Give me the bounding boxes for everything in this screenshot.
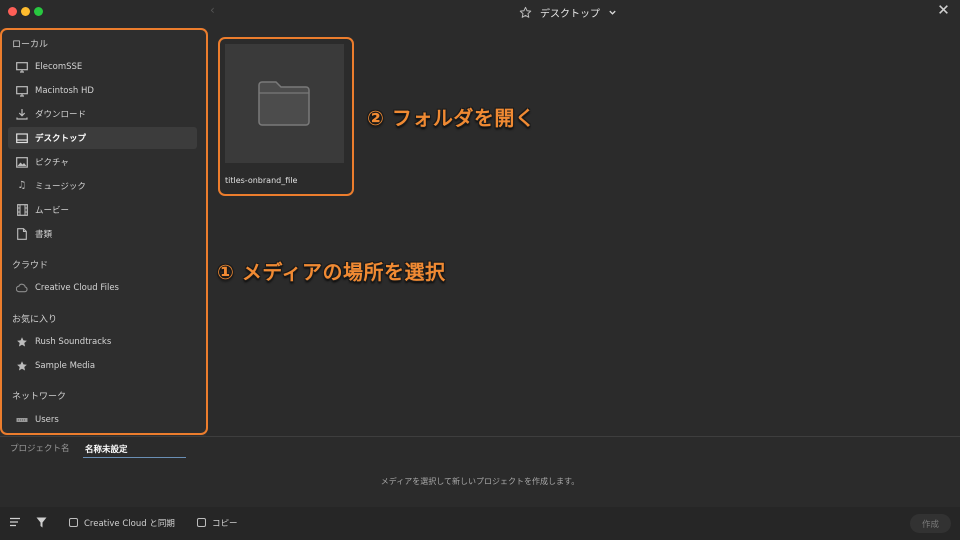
sidebar-item-label: デスクトップ (35, 134, 87, 144)
favorite-star-icon[interactable] (519, 6, 532, 19)
section-heading-local: ローカル (12, 40, 49, 50)
sidebar-item-label: Sample Media (35, 361, 96, 371)
sidebar-item-label: ミュージック (35, 182, 86, 192)
document-icon (16, 228, 28, 240)
close-icon[interactable] (938, 4, 949, 15)
sync-creative-cloud-label: Creative Cloud と同期 (84, 519, 175, 529)
list-view-icon[interactable] (10, 517, 21, 527)
chevron-down-icon[interactable] (608, 8, 617, 17)
window-close-button[interactable] (8, 7, 17, 16)
create-project-hint: メディアを選択して新しいプロジェクトを作成します。 (380, 477, 580, 486)
sidebar-item-rush-soundtracks[interactable]: Rush Soundtracks (8, 331, 197, 353)
picture-icon (16, 156, 28, 168)
sidebar-item-label: Rush Soundtracks (35, 337, 112, 347)
star-icon (16, 360, 28, 372)
download-icon (16, 108, 28, 120)
sidebar-item-elecomsse[interactable]: ElecomSSE (8, 56, 197, 78)
sidebar-item-users[interactable]: Users (8, 409, 197, 431)
copy-label: コピー (212, 519, 238, 529)
window-minimize-button[interactable] (21, 7, 30, 16)
annotation-step-2: ② フォルダを開く (367, 106, 536, 130)
sidebar-item-label: Macintosh HD (35, 86, 94, 96)
creative-cloud-icon (16, 282, 28, 294)
sidebar-item-desktop[interactable]: デスクトップ (8, 127, 197, 149)
divider (0, 436, 960, 437)
back-arrow-icon[interactable]: ‹ (210, 3, 215, 17)
sidebar-item-label: 書類 (35, 230, 53, 240)
section-heading-network: ネットワーク (12, 392, 67, 402)
sidebar-item-downloads[interactable]: ダウンロード (8, 103, 197, 125)
sidebar-item-music[interactable]: ♫ ミュージック (8, 175, 197, 197)
annotation-step-1: ① メディアの場所を選択 (217, 260, 446, 284)
section-heading-favorites: お気に入り (12, 315, 58, 325)
film-icon (16, 204, 28, 216)
folder-name: titles-onbrand_file (225, 176, 298, 185)
sidebar-item-macintosh-hd[interactable]: Macintosh HD (8, 80, 197, 102)
sidebar-item-label: Users (35, 415, 59, 425)
copy-checkbox[interactable] (197, 518, 206, 527)
sidebar-item-label: ダウンロード (35, 110, 87, 120)
sync-creative-cloud-checkbox[interactable] (69, 518, 78, 527)
sidebar-item-movies[interactable]: ムービー (8, 199, 197, 221)
sidebar-item-documents[interactable]: 書類 (8, 223, 197, 245)
location-dropdown[interactable]: デスクトップ (519, 3, 617, 21)
project-name-input[interactable] (83, 440, 186, 458)
folder-icon (257, 79, 311, 127)
sidebar-item-label: ムービー (35, 206, 70, 216)
create-button[interactable]: 作成 (910, 514, 951, 533)
sidebar-item-creative-cloud-files[interactable]: Creative Cloud Files (8, 277, 197, 299)
network-drive-icon (16, 414, 28, 426)
music-icon: ♫ (17, 180, 27, 191)
monitor-icon (16, 61, 28, 73)
monitor-icon (16, 85, 28, 97)
sidebar-item-label: ピクチャ (35, 158, 69, 168)
sidebar-item-sample-media[interactable]: Sample Media (8, 355, 197, 377)
star-icon (16, 336, 28, 348)
sidebar-item-label: ElecomSSE (35, 62, 83, 72)
desktop-icon (16, 132, 28, 144)
project-name-label: プロジェクト名 (10, 444, 70, 454)
sidebar-item-pictures[interactable]: ピクチャ (8, 151, 197, 173)
title-bar: ‹ デスクトップ (0, 0, 960, 24)
section-heading-cloud: クラウド (12, 261, 49, 271)
filter-icon[interactable] (36, 517, 47, 528)
window-title: デスクトップ (540, 8, 600, 20)
window-zoom-button[interactable] (34, 7, 43, 16)
sidebar-item-label: Creative Cloud Files (35, 283, 119, 293)
